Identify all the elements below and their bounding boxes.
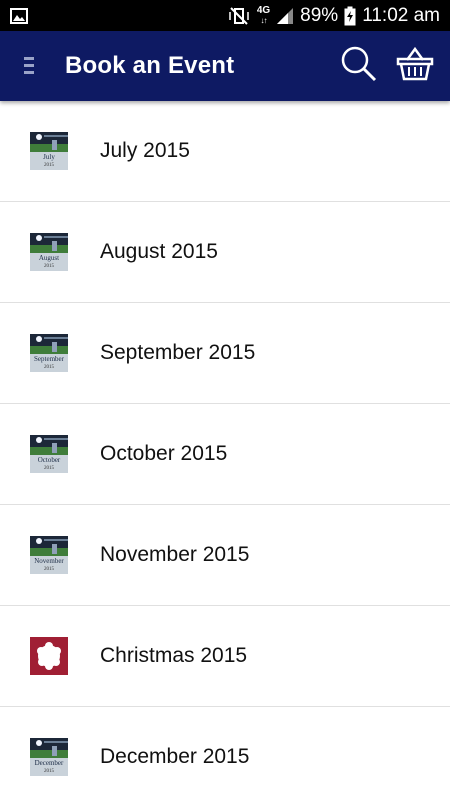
data-arrows-icon: ↓↑ (260, 15, 267, 25)
stadium-thumbnail-icon: November 2015 (30, 536, 68, 574)
stadium-thumbnail-icon: July 2015 (30, 132, 68, 170)
event-item-october-2015[interactable]: October 2015 October 2015 (0, 404, 450, 505)
signal-strength-icon (276, 7, 294, 25)
thumbnail-caption: October (37, 457, 61, 464)
christmas-thumbnail-icon (30, 637, 68, 675)
event-item-december-2015[interactable]: December 2015 December 2015 (0, 707, 450, 800)
event-item-july-2015[interactable]: July 2015 July 2015 (0, 101, 450, 202)
network-type-label: 4G (256, 4, 271, 16)
thumbnail-caption: July (43, 154, 55, 161)
event-label: October 2015 (100, 442, 228, 465)
stadium-thumbnail-icon: August 2015 (30, 233, 68, 271)
event-label: August 2015 (100, 240, 218, 263)
page-title: Book an Event (65, 52, 235, 79)
thumbnail-caption: August (38, 255, 60, 262)
event-label: September 2015 (100, 341, 256, 364)
event-label: July 2015 (100, 139, 190, 162)
menu-icon[interactable] (10, 31, 50, 101)
thumbnail-year: 2015 (44, 567, 54, 572)
status-bar: 4G ↓↑ 89% 11:02 am (0, 0, 450, 31)
event-list: July 2015 July 2015 August 2015 August 2… (0, 101, 450, 800)
thumbnail-year: 2015 (44, 163, 54, 168)
basket-icon (396, 46, 434, 87)
clock-time: 11:02 am (362, 4, 440, 26)
thumbnail-year: 2015 (44, 769, 54, 774)
thumbnail-year: 2015 (44, 365, 54, 370)
image-notification-icon (10, 7, 28, 25)
event-label: November 2015 (100, 543, 250, 566)
event-item-august-2015[interactable]: August 2015 August 2015 (0, 202, 450, 303)
stadium-thumbnail-icon: October 2015 (30, 435, 68, 473)
event-item-september-2015[interactable]: September 2015 September 2015 (0, 303, 450, 404)
thumbnail-caption: November (34, 558, 64, 565)
battery-charging-icon (344, 6, 356, 26)
vibrate-mute-icon (227, 6, 251, 26)
network-type-indicator: 4G ↓↑ (256, 4, 271, 26)
thumbnail-year: 2015 (44, 466, 54, 471)
event-label: December 2015 (100, 745, 250, 768)
app-bar: Book an Event (0, 31, 450, 101)
event-label: Christmas 2015 (100, 644, 248, 667)
thumbnail-year: 2015 (44, 264, 54, 269)
stadium-thumbnail-icon: December 2015 (30, 738, 68, 776)
thumbnail-caption: December (34, 760, 64, 767)
stadium-thumbnail-icon: September 2015 (30, 334, 68, 372)
event-item-christmas-2015[interactable]: Christmas 2015 (0, 606, 450, 707)
event-item-november-2015[interactable]: November 2015 November 2015 (0, 505, 450, 606)
thumbnail-caption: September (34, 356, 64, 363)
search-icon (340, 45, 378, 88)
search-button[interactable] (334, 41, 384, 91)
basket-button[interactable] (390, 41, 440, 91)
battery-percent: 89% (300, 4, 339, 26)
